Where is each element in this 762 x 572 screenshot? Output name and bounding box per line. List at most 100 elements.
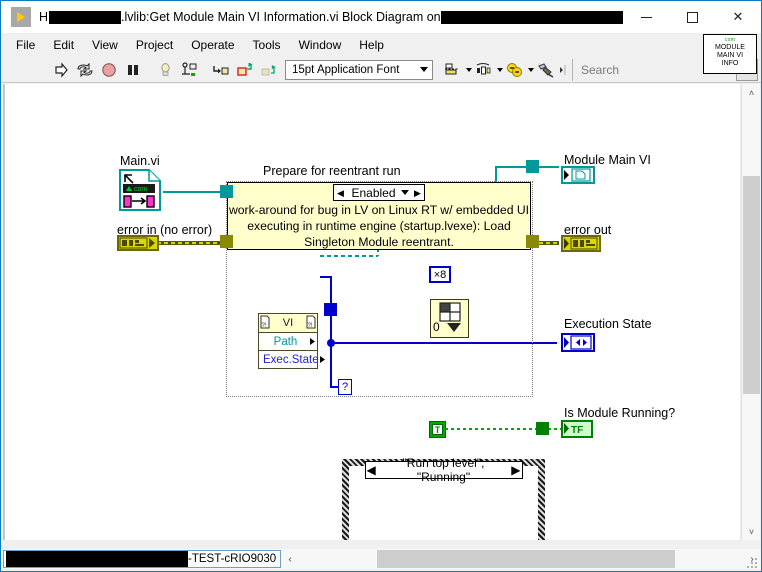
scroll-up-arrow-icon[interactable]: ˄ (742, 84, 761, 101)
disable-structure-case-selector[interactable]: ◀ Enabled ▶ (333, 184, 425, 201)
is-module-running-indicator[interactable]: TF (561, 420, 593, 438)
step-into-icon[interactable] (209, 59, 233, 81)
vi-property-node[interactable]: ?! VI ?! Path Exec.State (258, 313, 325, 369)
tunnel-error-out[interactable] (526, 235, 539, 248)
menu-project[interactable]: Project (127, 35, 182, 55)
execution-state-indicator[interactable] (561, 333, 595, 352)
scroll-left-arrow-icon[interactable]: ‹ (281, 550, 299, 568)
search-placeholder: Search (581, 62, 620, 77)
distribute-objects-button[interactable] (472, 59, 503, 81)
align-objects-button[interactable] (441, 59, 472, 81)
badge-com-label: com (704, 35, 756, 44)
module-main-vi-label: Module Main VI (564, 153, 651, 167)
property-row-path[interactable]: Path (258, 333, 318, 351)
step-over-icon[interactable] (233, 59, 257, 81)
tunnel-mainvi-in[interactable] (220, 185, 233, 198)
disable-case-label: Enabled (351, 185, 396, 200)
pause-icon[interactable] (121, 59, 145, 81)
badge-line-1: MODULE (715, 44, 745, 51)
vertical-scrollbar[interactable]: ˄ ˅ (741, 84, 760, 540)
reorder-icon (503, 59, 527, 81)
case-prev-arrow-icon[interactable]: ◀ (335, 185, 346, 201)
badge-line-3: INFO (721, 60, 739, 67)
svg-text:0: 0 (433, 320, 440, 334)
redacted-target-name (440, 10, 623, 24)
menu-help[interactable]: Help (350, 35, 393, 55)
error-out-indicator[interactable] (561, 235, 601, 252)
menu-operate[interactable]: Operate (182, 35, 243, 55)
tunnel-boolean-out[interactable] (536, 422, 549, 435)
reorder-button[interactable] (503, 59, 534, 81)
disable-structure-comment[interactable]: ◀ Enabled ▶ work-around for bug in LV on… (227, 182, 531, 250)
chevron-down-icon[interactable] (401, 190, 409, 195)
property-exec-state-label: Exec.State (263, 353, 319, 366)
property-output-arrow-icon (319, 355, 326, 364)
true-constant-glyph: T (432, 424, 443, 435)
menu-tools[interactable]: Tools (244, 35, 290, 55)
case-selector-terminal[interactable]: ? (338, 379, 352, 395)
run-icon[interactable] (49, 59, 73, 81)
execution-state-label: Execution State (564, 317, 652, 331)
case-next-arrow-icon[interactable]: ▶ (412, 185, 423, 201)
toolbar-overflow-icon[interactable] (558, 59, 568, 81)
menu-file[interactable]: File (7, 35, 44, 55)
index-array-function[interactable]: 0 (430, 299, 469, 338)
vertical-scrollbar-thumb[interactable] (743, 176, 760, 394)
redacted-target-prefix (6, 551, 188, 567)
step-out-icon[interactable] (257, 59, 281, 81)
is-module-running-label: Is Module Running? (564, 406, 676, 420)
resize-grip-icon[interactable] (747, 555, 759, 568)
case-prev-arrow-icon[interactable]: ◀ (367, 463, 376, 477)
abort-execution-icon[interactable] (97, 59, 121, 81)
run-continuously-icon[interactable] (73, 59, 97, 81)
tunnel-error-in[interactable] (220, 235, 233, 248)
menu-window[interactable]: Window (290, 35, 351, 55)
property-output-arrow-icon (308, 337, 317, 346)
redacted-library-name (49, 10, 122, 24)
comment-line-2: executing in runtime engine (startup.lve… (247, 219, 511, 233)
target-text: -TEST-cRIO9030 (188, 553, 277, 565)
horizontal-scrollbar-track[interactable] (299, 550, 743, 568)
case-structure[interactable]: ◀ "Run top level", "Running" ▶ (342, 456, 545, 540)
font-selector[interactable]: 15pt Application Font (285, 59, 433, 80)
window-title-mid: .lvlib:Get Module Main VI Information.vi… (121, 10, 441, 24)
menu-view[interactable]: View (83, 35, 127, 55)
svg-text:?!: ?! (262, 323, 267, 329)
tunnel-execstate-out[interactable] (324, 303, 337, 316)
property-node-class-label: VI (282, 317, 294, 329)
menu-edit[interactable]: Edit (44, 35, 83, 55)
badge-line-2: MAIN VI (716, 52, 744, 59)
reentrant-multiplier-constant[interactable]: ×8 (429, 266, 451, 283)
status-bar: -TEST-cRIO9030 ‹ › (3, 549, 761, 569)
target-indicator[interactable]: -TEST-cRIO9030 (3, 550, 281, 568)
case-structure-selector[interactable]: ◀ "Run top level", "Running" ▶ (364, 456, 523, 484)
horizontal-scrollbar-thumb[interactable] (377, 550, 675, 568)
tunnel-refnum-out[interactable] (526, 160, 539, 173)
comment-line-3: Singleton Module reentrant. (304, 235, 454, 249)
property-path-label: Path (273, 335, 298, 348)
maximize-button[interactable] (669, 1, 715, 33)
error-in-control-terminal[interactable] (117, 235, 159, 251)
vi-refnum-icon: ?! (260, 315, 270, 332)
main-vi-control-terminal[interactable]: com (118, 168, 162, 212)
retain-wire-values-icon[interactable] (177, 59, 201, 81)
true-boolean-constant[interactable]: T (429, 421, 446, 438)
property-row-exec-state[interactable]: Exec.State (258, 351, 325, 369)
close-button[interactable]: ✕ (715, 1, 761, 33)
title-bar: H .lvlib:Get Module Main VI Information.v… (1, 1, 761, 33)
block-diagram-canvas[interactable]: ◀ Enabled ▶ work-around for bug in LV on… (3, 84, 740, 540)
case-next-arrow-icon[interactable]: ▶ (511, 463, 520, 477)
clean-up-diagram-icon[interactable] (534, 59, 558, 81)
module-main-vi-indicator[interactable] (561, 166, 595, 184)
scroll-down-arrow-icon[interactable]: ˅ (742, 523, 761, 540)
wire-error-out (539, 241, 559, 245)
font-selector-value: 15pt Application Font (292, 63, 400, 76)
wire-mainvi-to-tunnel (163, 191, 227, 193)
minimize-button[interactable] (623, 1, 669, 33)
highlight-execution-icon[interactable] (153, 59, 177, 81)
tool-bar: 15pt Application Font Search (1, 57, 761, 83)
vi-refnum-out-icon: ?! (306, 315, 316, 332)
main-vi-label: Main.vi (120, 154, 160, 168)
vi-icon-badge[interactable]: com MODULE MAIN VI INFO (703, 34, 757, 74)
svg-text:?!: ?! (308, 323, 313, 329)
